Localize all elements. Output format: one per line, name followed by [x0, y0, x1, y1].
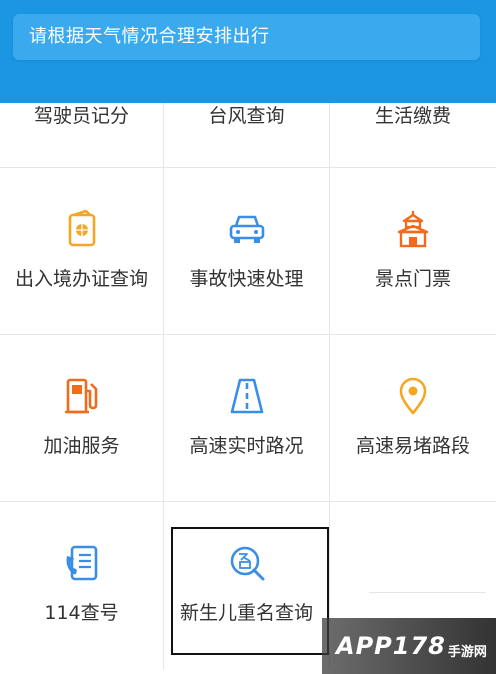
service-exit-entry[interactable]: 出入境办证查询	[0, 168, 163, 334]
service-label: 驾驶员记分	[33, 105, 129, 127]
service-accident-handling[interactable]: 事故快速处理	[164, 168, 329, 334]
highway-icon	[227, 376, 267, 416]
service-highway-traffic[interactable]: 高速实时路况	[164, 335, 329, 501]
top-banner: 请根据天气情况合理安排出行	[0, 0, 496, 103]
service-label: 新生儿重名查询	[179, 602, 313, 624]
fuel-pump-icon	[62, 376, 102, 416]
service-label: 114查号	[44, 602, 119, 624]
service-label: 生活缴费	[374, 105, 451, 127]
watermark-logo: APP178 手游网	[322, 618, 496, 674]
watermark-text: APP178	[336, 632, 446, 660]
service-scenic-tickets[interactable]: 景点门票	[330, 168, 496, 334]
service-utility-bills[interactable]: 生活缴费	[330, 103, 496, 167]
service-fuel[interactable]: 加油服务	[0, 335, 163, 501]
temple-icon	[393, 209, 433, 249]
service-label: 高速易堵路段	[355, 435, 470, 457]
service-label: 高速实时路况	[189, 435, 304, 457]
service-typhoon[interactable]: 台风查询	[164, 103, 329, 167]
service-congestion-sections[interactable]: 高速易堵路段	[330, 335, 496, 501]
service-driver-points[interactable]: 驾驶员记分	[0, 103, 163, 167]
watermark-subtext: 手游网	[447, 644, 487, 660]
service-114-lookup[interactable]: 114查号	[0, 502, 163, 669]
phone-book-icon	[62, 543, 102, 583]
service-newborn-name-check[interactable]: 新生儿重名查询	[164, 502, 329, 669]
location-pin-icon	[393, 376, 433, 416]
name-search-icon	[227, 543, 267, 583]
service-label: 台风查询	[208, 105, 285, 127]
car-icon	[227, 209, 267, 249]
passport-icon	[62, 209, 102, 249]
service-grid: 驾驶员记分 台风查询 生活缴费 出入境办证查询 事故快速处理 景点门票 加油服务…	[0, 103, 496, 674]
service-label: 景点门票	[374, 268, 451, 290]
service-label: 事故快速处理	[189, 268, 304, 290]
weather-toast: 请根据天气情况合理安排出行	[13, 14, 480, 60]
service-label: 出入境办证查询	[14, 268, 148, 290]
service-label: 加油服务	[43, 435, 120, 457]
